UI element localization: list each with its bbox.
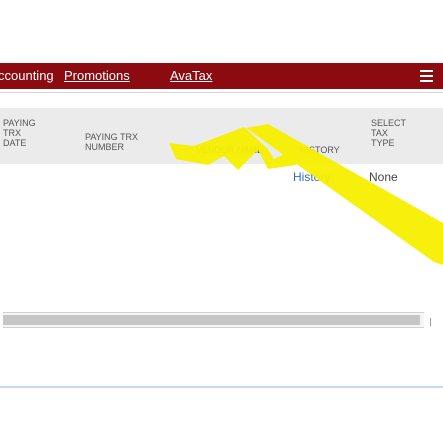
nav-promotions-label: Promotions — [64, 68, 130, 83]
scrollbar-end-marker — [430, 318, 431, 326]
page: ccounting Promotions AvaTax PAYING TRX D… — [0, 0, 443, 421]
horizontal-scrollbar-thumb[interactable] — [3, 315, 420, 325]
footer-divider — [0, 386, 443, 388]
col-select-tax-type: SELECT TAX TYPE — [371, 118, 407, 148]
nav-accounting[interactable]: ccounting — [0, 69, 54, 83]
top-navigation: ccounting Promotions AvaTax — [0, 63, 443, 89]
col-history: HISTORY — [300, 145, 340, 155]
nav-promotions[interactable]: Promotions — [64, 69, 130, 83]
history-link[interactable]: History — [293, 170, 330, 184]
menu-icon[interactable] — [420, 69, 433, 83]
nav-avatax[interactable]: AvaTax — [170, 69, 212, 83]
col-paying-trx-date: PAYING TRX DATE — [3, 118, 36, 148]
col-vendor-name: VENDOR NAME — [196, 145, 264, 155]
col-paying-trx-number: PAYING TRX NUMBER — [85, 132, 139, 152]
select-tax-value: None — [369, 170, 398, 184]
table-header: PAYING TRX DATE PAYING TRX NUMBER VENDOR… — [0, 108, 443, 164]
nav-avatax-label: AvaTax — [170, 68, 213, 83]
header-divider — [0, 92, 443, 93]
